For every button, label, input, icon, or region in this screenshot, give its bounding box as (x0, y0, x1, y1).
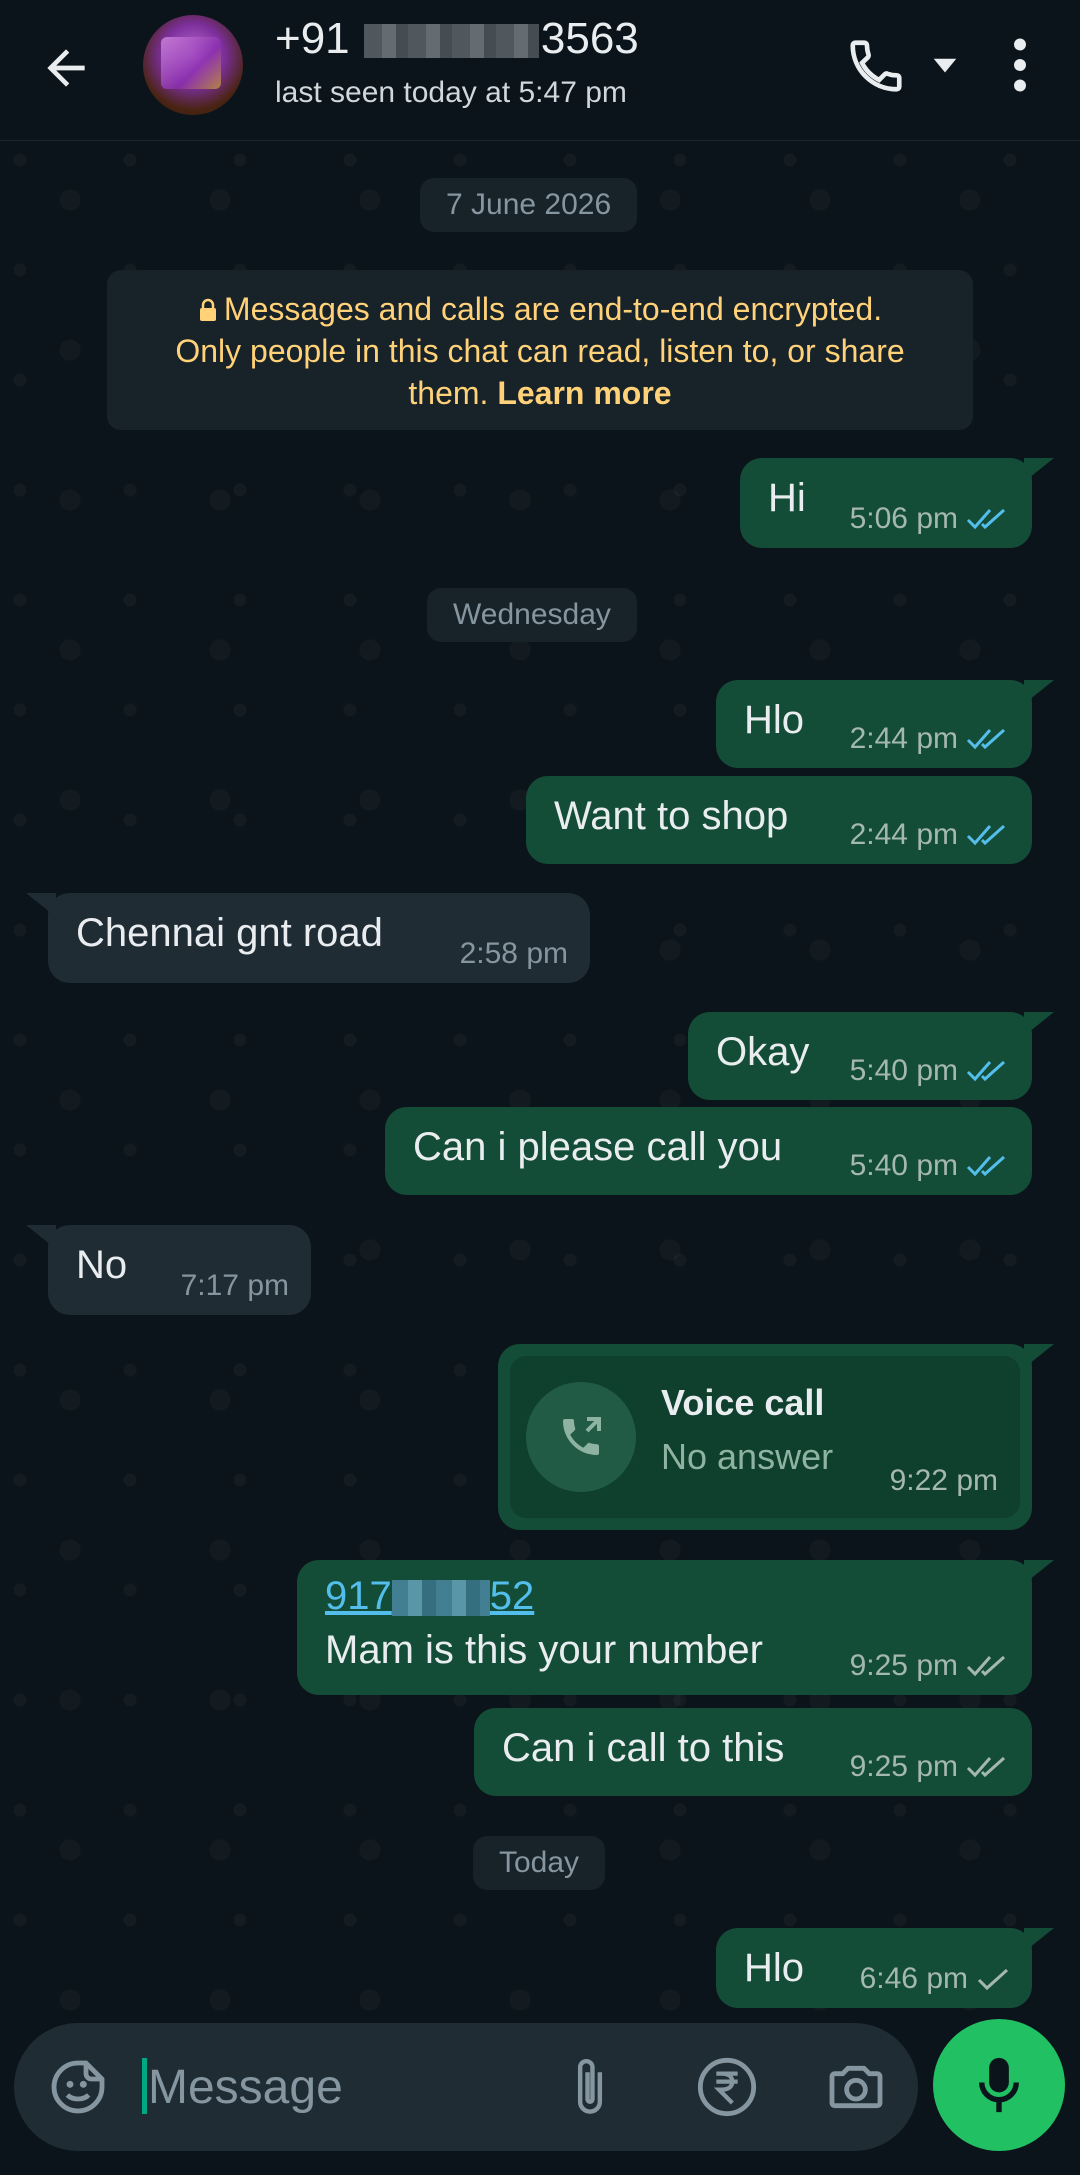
phone-icon[interactable] (845, 35, 907, 97)
message-time: 2:44 pm (849, 722, 958, 755)
encryption-notice[interactable]: Messages and calls are end-to-end encryp… (107, 270, 973, 430)
message-text: Can i please call you (413, 1125, 783, 1169)
attach-icon[interactable] (565, 2055, 615, 2119)
incoming-message[interactable]: Chennai gnt road 2:58 pm (26, 893, 590, 983)
outgoing-message[interactable]: Okay 5:40 pm (688, 1012, 1054, 1100)
outgoing-message[interactable]: Can i call to this 9:25 pm (474, 1708, 1032, 1796)
message-time: 7:17 pm (180, 1269, 289, 1302)
rupee-icon[interactable] (695, 2055, 759, 2119)
redacted-digits (363, 24, 539, 59)
link-prefix: 917 (325, 1574, 392, 1618)
day-pill: Wednesday (427, 588, 637, 642)
day-pill: Today (473, 1836, 606, 1890)
message-text: Okay (716, 1030, 810, 1074)
outgoing-message[interactable]: Want to shop 2:44 pm (526, 776, 1032, 864)
call-icon-circle (526, 1382, 636, 1492)
message-input[interactable]: Message (148, 2060, 343, 2115)
message-time: 5:40 pm (849, 1054, 958, 1087)
outgoing-message[interactable]: 917 52 Mam is this your number 9:25 pm (297, 1560, 1054, 1695)
message-text: Hi (768, 476, 806, 520)
voice-call-status: No answer (661, 1436, 834, 1477)
message-text: Can i call to this (502, 1726, 785, 1770)
notice-line-3: them. (408, 375, 489, 411)
message-time: 9:22 pm (889, 1464, 998, 1497)
learn-more-link[interactable]: Learn more (497, 375, 671, 411)
camera-icon[interactable] (824, 2055, 888, 2119)
message-text: Hlo (744, 698, 805, 742)
sticker-icon[interactable] (46, 2055, 110, 2119)
outgoing-message[interactable]: Hlo 6:46 pm (716, 1928, 1054, 2008)
outgoing-message[interactable]: Can i please call you 5:40 pm (385, 1107, 1032, 1195)
double-tick-icon (966, 824, 1006, 846)
message-time: 5:06 pm (849, 502, 958, 535)
single-tick-icon (977, 1968, 1009, 1991)
redacted-digits (391, 1580, 490, 1617)
message-text: Hlo (744, 1946, 805, 1990)
message-time: 5:40 pm (849, 1149, 958, 1182)
incoming-message[interactable]: No 7:17 pm (26, 1225, 311, 1315)
link-suffix: 52 (489, 1574, 535, 1618)
message-time: 9:25 pm (849, 1750, 958, 1783)
message-text: No (76, 1243, 128, 1287)
contact-avatar[interactable] (143, 15, 243, 115)
phone-number-link[interactable]: 917 52 (325, 1574, 534, 1619)
chat-header: +91 3563 last seen today at 5:47 pm (0, 0, 1080, 141)
outgoing-message[interactable]: Hi 5:06 pm (740, 458, 1054, 548)
lock-icon (199, 298, 216, 321)
date-pill: 7 June 2026 (420, 178, 638, 232)
mic-button[interactable] (933, 2019, 1065, 2151)
message-time: 9:25 pm (849, 1649, 958, 1682)
contact-name[interactable]: +91 3563 (275, 14, 639, 64)
back-arrow-icon[interactable] (38, 40, 94, 96)
dropdown-caret-icon[interactable] (928, 50, 962, 80)
text-cursor (142, 2058, 147, 2114)
notice-line-1: Messages and calls are end-to-end encryp… (223, 291, 883, 327)
double-tick-icon (966, 1655, 1006, 1677)
double-tick-icon (966, 508, 1006, 530)
mic-icon (979, 2057, 1019, 2113)
contact-name-suffix: 3563 (540, 14, 639, 63)
double-tick-icon (966, 1756, 1006, 1778)
voice-call-message[interactable]: Voice call No answer 9:22 pm (498, 1344, 1054, 1530)
message-time: 2:44 pm (849, 818, 958, 851)
message-time: 6:46 pm (859, 1962, 968, 1995)
missed-call-icon (563, 1417, 601, 1455)
notice-line-2: Only people in this chat can read, liste… (175, 333, 905, 369)
message-text: Want to shop (554, 794, 789, 838)
double-tick-icon (966, 1155, 1006, 1177)
contact-name-prefix: +91 (275, 14, 350, 63)
message-text: Chennai gnt road (76, 911, 383, 955)
outgoing-message[interactable]: Hlo 2:44 pm (716, 680, 1054, 768)
more-vert-icon[interactable] (1005, 37, 1035, 93)
voice-call-title: Voice call (661, 1382, 825, 1423)
double-tick-icon (966, 1060, 1006, 1082)
message-text: Mam is this your number (325, 1628, 763, 1672)
double-tick-icon (966, 728, 1006, 750)
last-seen-status: last seen today at 5:47 pm (275, 76, 627, 109)
message-time: 2:58 pm (459, 937, 568, 970)
